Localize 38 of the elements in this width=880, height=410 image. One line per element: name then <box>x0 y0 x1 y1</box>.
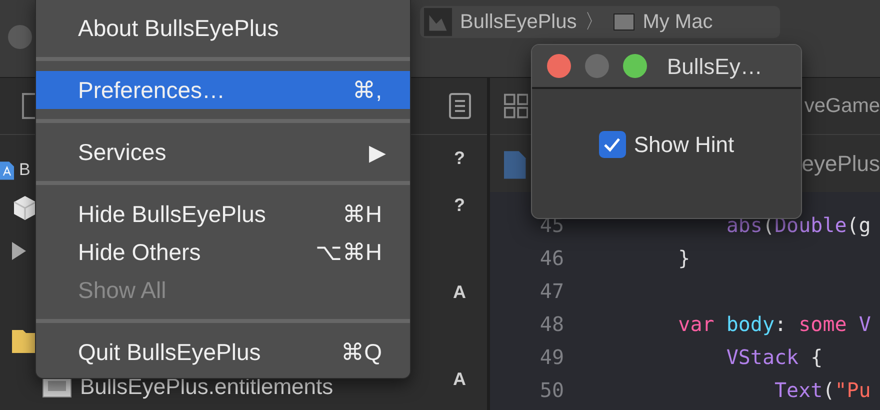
checkmark-icon <box>603 136 622 152</box>
line-number: 47 <box>538 278 564 304</box>
close-button[interactable] <box>547 54 571 78</box>
jump-bar-item[interactable]: eyePlus <box>802 147 880 180</box>
menu-item[interactable]: Hide Others ⌥⌘H <box>36 233 410 271</box>
zoom-button[interactable] <box>623 54 647 78</box>
show-hint-checkbox[interactable]: Show Hint <box>598 128 734 161</box>
source-control-status: A <box>453 368 466 391</box>
file-name[interactable]: B <box>19 157 30 183</box>
menu-item[interactable]: Preferences… ⌘, <box>36 71 410 109</box>
code-line: } <box>677 244 690 272</box>
line-number: 48 <box>538 310 564 338</box>
source-control-status: A <box>453 281 466 304</box>
line-number: 50 <box>538 376 564 404</box>
path-separator: 〉 <box>584 10 605 34</box>
menu-item[interactable]: Hide BullsEyePlus ⌘H <box>36 195 410 233</box>
line-number: 49 <box>538 344 564 370</box>
computer-icon <box>612 12 635 30</box>
list-icon[interactable] <box>448 93 470 119</box>
line-number: 46 <box>538 244 564 272</box>
menu-item[interactable]: About BullsEyePlus <box>36 9 410 47</box>
source-control-status: ? <box>454 194 465 217</box>
breadcrumb-item[interactable]: BullsEyePlus <box>460 6 577 36</box>
code-line: var body: some V <box>677 310 871 338</box>
code-line: Text("Pu <box>773 376 871 404</box>
document-icon <box>504 148 526 178</box>
editor-tab[interactable]: veGame <box>804 91 880 121</box>
disclosure-triangle-icon[interactable] <box>12 242 26 260</box>
breadcrumb-item[interactable]: My Mac <box>642 6 713 36</box>
source-control-status: ? <box>454 147 465 170</box>
app-icon <box>424 8 452 36</box>
window-title: BullsEy… <box>667 52 762 81</box>
checkbox[interactable] <box>598 131 626 158</box>
menu-item[interactable]: Services ▶ <box>36 133 410 171</box>
code-line: VStack { <box>725 344 823 370</box>
menu-item[interactable]: Quit BullsEyePlus ⌘Q <box>36 333 410 371</box>
scheme-breadcrumb[interactable]: BullsEyePlus 〉 My Mac <box>420 6 780 38</box>
grid-icon[interactable] <box>504 93 528 119</box>
